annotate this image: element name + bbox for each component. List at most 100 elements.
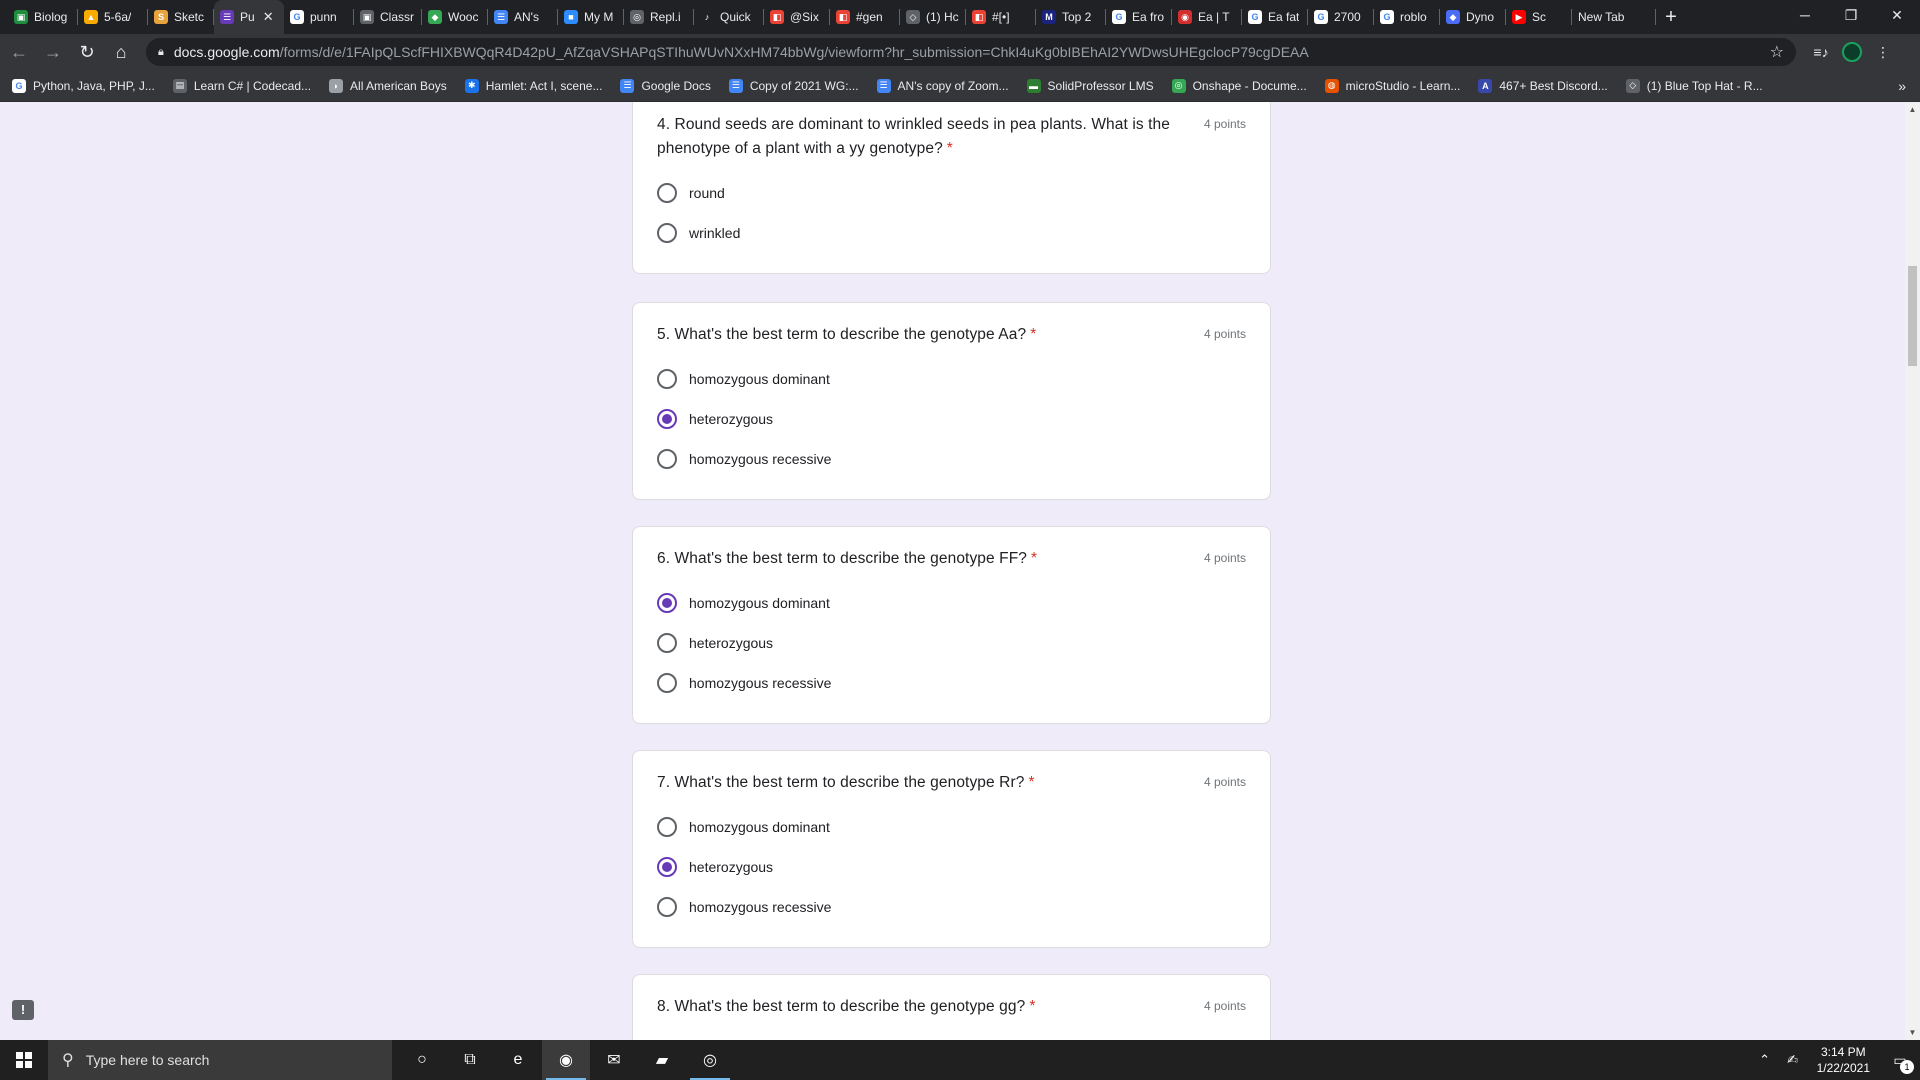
radio-option[interactable]: homozygous dominant: [657, 807, 1246, 847]
pen-icon[interactable]: ✍: [1779, 1052, 1807, 1068]
tab[interactable]: G Ea fat: [1242, 0, 1308, 34]
tab[interactable]: M Top 2: [1036, 0, 1106, 34]
bookmark-item[interactable]: ☰ Google Docs: [620, 78, 711, 93]
close-tab-icon[interactable]: ✕: [263, 9, 274, 25]
bookmark-item[interactable]: ☰ Copy of 2021 WG:...: [728, 78, 859, 93]
clock[interactable]: 3:14 PM 1/22/2021: [1807, 1044, 1880, 1076]
tab[interactable]: ◧ @Six: [764, 0, 830, 34]
scroll-down-icon[interactable]: ▼: [1905, 1025, 1920, 1040]
task-view-icon[interactable]: ⧉: [446, 1040, 494, 1080]
question-title-wrap: 6. What's the best term to describe the …: [657, 547, 1037, 571]
bookmark-star-icon[interactable]: ☆: [1770, 42, 1784, 62]
tab[interactable]: ◧ #[•]: [966, 0, 1036, 34]
close-window-button[interactable]: ✕: [1874, 0, 1920, 30]
taskbar-search[interactable]: ⚲ Type here to search: [48, 1040, 392, 1080]
bookmark-item[interactable]: ▤ Learn C# | Codecad...: [172, 78, 311, 93]
radio-option[interactable]: homozygous recessive: [657, 663, 1246, 703]
radio-option[interactable]: wrinkled: [657, 213, 1246, 253]
radio-option[interactable]: heterozygous: [657, 847, 1246, 887]
tab[interactable]: ▣ Biolog: [8, 0, 78, 34]
bookmark-favicon-icon: A: [1478, 78, 1493, 93]
start-button[interactable]: [0, 1040, 48, 1080]
favicon-icon: ♪: [700, 10, 714, 24]
tab[interactable]: G 2700: [1308, 0, 1374, 34]
cortana-icon[interactable]: ○: [398, 1040, 446, 1080]
radio-checked-icon[interactable]: [657, 593, 677, 613]
mail-icon[interactable]: ✉: [590, 1040, 638, 1080]
radio-unchecked-icon[interactable]: [657, 897, 677, 917]
edge-icon[interactable]: e: [494, 1040, 542, 1080]
question-title: 8. What's the best term to describe the …: [657, 998, 1026, 1015]
tab[interactable]: ☰ AN's: [488, 0, 558, 34]
tab[interactable]: ▲ 5-6a/: [78, 0, 148, 34]
bookmark-item[interactable]: ◎ Onshape - Docume...: [1171, 78, 1307, 93]
profile-avatar[interactable]: [1842, 42, 1862, 62]
radio-option[interactable]: round: [657, 173, 1246, 213]
restore-button[interactable]: ❐: [1828, 0, 1874, 30]
reload-button[interactable]: ↻: [72, 37, 102, 67]
tab[interactable]: G Ea fro: [1106, 0, 1172, 34]
tab[interactable]: ◆ Wooc: [422, 0, 488, 34]
tab-active[interactable]: ☰ Pu ✕: [214, 0, 284, 34]
radio-option[interactable]: heterozygous: [657, 623, 1246, 663]
bookmarks-overflow-icon[interactable]: »: [1898, 78, 1906, 94]
option-list: homozygous dominant heterozygous homozygou…: [657, 807, 1246, 927]
radio-option[interactable]: homozygous recessive: [657, 439, 1246, 479]
radio-unchecked-icon[interactable]: [657, 369, 677, 389]
tab-title: Quick: [720, 10, 751, 24]
question-points: 4 points: [1203, 999, 1246, 1013]
radio-unchecked-icon[interactable]: [657, 673, 677, 693]
action-center-button[interactable]: ▭ 1: [1880, 1040, 1920, 1080]
tab[interactable]: ◇ (1) Hc: [900, 0, 966, 34]
chevron-up-icon[interactable]: ⌃: [1751, 1052, 1779, 1068]
radio-option[interactable]: homozygous recessive: [657, 887, 1246, 927]
radio-option[interactable]: heterozygous: [657, 399, 1246, 439]
radio-unchecked-icon[interactable]: [657, 183, 677, 203]
tab[interactable]: ◉ Ea | T: [1172, 0, 1242, 34]
tab[interactable]: S Sketc: [148, 0, 214, 34]
bookmark-item[interactable]: G Python, Java, PHP, J...: [12, 78, 155, 93]
media-control-icon[interactable]: ≡♪: [1810, 44, 1832, 60]
menu-kebab-icon[interactable]: ⋮: [1872, 44, 1894, 61]
blender-icon[interactable]: ◎: [686, 1040, 734, 1080]
tab[interactable]: ◎ Repl.i: [624, 0, 694, 34]
radio-option[interactable]: homozygous dominant: [657, 583, 1246, 623]
page-scrollbar[interactable]: ▲ ▼: [1905, 102, 1920, 1040]
tab[interactable]: Groblo: [1374, 0, 1440, 34]
radio-unchecked-icon[interactable]: [657, 449, 677, 469]
forward-button[interactable]: →: [38, 37, 68, 67]
new-tab-button[interactable]: +: [1656, 0, 1686, 34]
radio-unchecked-icon[interactable]: [657, 223, 677, 243]
tab[interactable]: ▶ Sc: [1506, 0, 1572, 34]
bookmark-item[interactable]: ☰ AN's copy of Zoom...: [876, 78, 1009, 93]
radio-unchecked-icon[interactable]: [657, 633, 677, 653]
radio-checked-icon[interactable]: [657, 857, 677, 877]
arrow-left-icon: ←: [10, 41, 28, 62]
tab[interactable]: ◆ Dyno: [1440, 0, 1506, 34]
bookmark-item[interactable]: ◗ All American Boys: [329, 78, 447, 93]
bookmark-item[interactable]: ◇ (1) Blue Top Hat - R...: [1625, 78, 1763, 93]
scroll-up-icon[interactable]: ▲: [1905, 102, 1920, 117]
radio-unchecked-icon[interactable]: [657, 817, 677, 837]
file-explorer-icon[interactable]: ▰: [638, 1040, 686, 1080]
bookmark-item[interactable]: ◍ microStudio - Learn...: [1324, 78, 1460, 93]
home-button[interactable]: ⌂: [106, 37, 136, 67]
tab[interactable]: ♪ Quick: [694, 0, 764, 34]
radio-checked-icon[interactable]: [657, 409, 677, 429]
bookmark-item[interactable]: ✱ Hamlet: Act I, scene...: [464, 78, 602, 93]
tab[interactable]: ▣ Classr: [354, 0, 422, 34]
tab[interactable]: ◧ #gen: [830, 0, 900, 34]
back-button[interactable]: ←: [4, 37, 34, 67]
bookmark-label: All American Boys: [350, 78, 447, 93]
tab[interactable]: Gpunn: [284, 0, 354, 34]
tab[interactable]: New Tab: [1572, 0, 1656, 34]
radio-option[interactable]: homozygous dominant: [657, 359, 1246, 399]
bookmark-item[interactable]: ▬ SolidProfessor LMS: [1026, 78, 1154, 93]
minimize-button[interactable]: ─: [1782, 0, 1828, 30]
tab[interactable]: ■ My M: [558, 0, 624, 34]
address-bar[interactable]: 🔒︎ docs.google.com /forms/d/e/1FAIpQLScf…: [146, 38, 1796, 66]
scrollbar-thumb[interactable]: [1908, 266, 1917, 366]
chrome-icon[interactable]: ◉: [542, 1040, 590, 1080]
report-feedback-icon[interactable]: !: [12, 1000, 34, 1020]
bookmark-item[interactable]: A 467+ Best Discord...: [1478, 78, 1608, 93]
